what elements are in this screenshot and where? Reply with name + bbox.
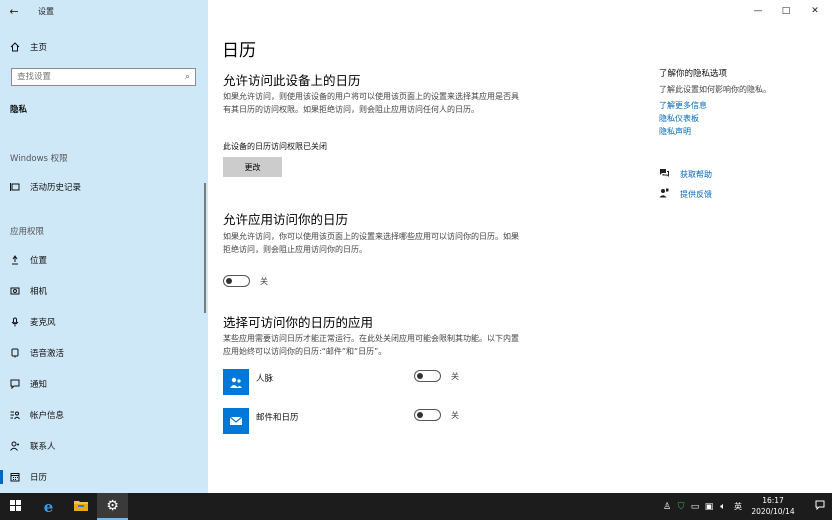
taskbar-file-explorer[interactable]	[65, 493, 96, 520]
sidebar-item-home[interactable]: 主页	[0, 37, 206, 57]
back-arrow-icon[interactable]: ←	[0, 0, 28, 22]
calendar-icon	[0, 472, 30, 482]
file-explorer-icon	[73, 499, 88, 514]
sidebar-item-account-info[interactable]: 帐户信息	[0, 405, 206, 425]
give-feedback-label: 提供反馈	[680, 190, 712, 199]
minimize-button[interactable]: —	[743, 0, 773, 22]
close-button[interactable]: ✕	[800, 0, 830, 22]
maximize-button[interactable]: □	[771, 0, 801, 22]
privacy-heading: 隐私	[10, 105, 28, 115]
network-icon[interactable]: ▣	[702, 502, 716, 512]
home-icon	[0, 42, 30, 52]
app-access-toggle-label: 关	[260, 277, 268, 286]
device-icon[interactable]: ▭	[688, 502, 702, 512]
windows-logo-icon	[10, 499, 21, 514]
mail-calendar-app-toggle-label: 关	[451, 411, 459, 420]
search-box[interactable]: ⌕	[11, 68, 196, 86]
section-device-access-description: 如果允许访问，则使用该设备的用户将可以使用该页面上的设置来选择其应用是否具有其日…	[223, 92, 519, 114]
people-app-icon	[223, 369, 249, 395]
search-icon[interactable]: ⌕	[185, 72, 190, 82]
sidebar-item-activity-history[interactable]: 活动历史记录	[0, 177, 206, 197]
section-app-access-description: 如果允许访问，你可以使用该页面上的设置来选择哪些应用可以访问你的日历。如果拒绝访…	[223, 232, 519, 254]
app-name-mail-calendar: 邮件和日历	[256, 413, 299, 423]
close-icon: ✕	[811, 6, 819, 16]
people-app-toggle-label: 关	[451, 372, 459, 381]
chat-help-icon	[659, 168, 680, 181]
sidebar-item-camera[interactable]: 相机	[0, 281, 206, 301]
location-icon	[0, 255, 30, 265]
settings-sidebar: ← 设置 主页 ⌕ 隐私 Windows 权限 活动历史记录 应用权限 位置 相…	[0, 0, 208, 493]
security-shield-icon[interactable]: ⛉	[674, 502, 688, 512]
people-tray-icon[interactable]: ♙	[660, 502, 674, 512]
start-button[interactable]	[0, 493, 31, 520]
sidebar-item-label: 帐户信息	[30, 411, 65, 421]
contacts-icon	[0, 441, 30, 451]
sidebar-item-label: 麦克风	[30, 318, 56, 328]
app-permissions-label: 应用权限	[10, 227, 45, 237]
sidebar-item-label: 通知	[30, 380, 48, 390]
clock-time: 16:17	[762, 496, 784, 505]
camera-icon	[0, 286, 30, 296]
privacy-options-description: 了解此设置如何影响你的隐私。	[659, 85, 771, 94]
action-center-button[interactable]	[808, 493, 832, 520]
mail-calendar-app-icon	[223, 408, 249, 434]
notification-icon	[0, 379, 30, 389]
get-help-label: 获取帮助	[680, 170, 712, 179]
privacy-options-title: 了解你的隐私选项	[659, 69, 728, 79]
clock-date: 2020/10/14	[751, 507, 795, 516]
sidebar-item-label: 联系人	[30, 442, 56, 452]
feedback-icon	[659, 188, 680, 201]
taskbar-settings[interactable]: ⚙	[97, 493, 128, 520]
clock[interactable]: 16:17 2020/10/14	[743, 495, 803, 517]
title-bar-left: ← 设置	[0, 0, 208, 22]
system-tray: ♙ ⛉ ▭ ▣ 🔈︎ 英	[660, 493, 746, 520]
edge-browser-icon: e	[43, 497, 54, 516]
sidebar-item-contacts[interactable]: 联系人	[0, 436, 206, 456]
taskbar-edge[interactable]: e	[33, 493, 64, 520]
app-name-people: 人脉	[256, 374, 274, 384]
mail-calendar-app-toggle[interactable]	[414, 409, 441, 421]
sidebar-item-microphone[interactable]: 麦克风	[0, 312, 206, 332]
sidebar-item-label: 位置	[30, 256, 48, 266]
main-content: — □ ✕ 日历 允许访问此设备上的日历 如果允许访问，则使用该设备的用户将可以…	[208, 0, 832, 493]
taskbar: e ⚙ ♙ ⛉ ▭ ▣ 🔈︎ 英 16:17 2020/10/14	[0, 493, 832, 520]
learn-more-link[interactable]: 了解更多信息	[659, 100, 707, 111]
give-feedback-link[interactable]: 提供反馈	[659, 188, 712, 201]
maximize-icon: □	[781, 6, 791, 16]
search-input[interactable]	[17, 72, 167, 82]
volume-icon[interactable]: 🔈︎	[716, 502, 730, 512]
home-label: 主页	[30, 43, 48, 53]
get-help-link[interactable]: 获取帮助	[659, 168, 712, 181]
sidebar-item-label: 日历	[30, 473, 48, 483]
microphone-icon	[0, 317, 30, 327]
people-app-toggle[interactable]	[414, 370, 441, 382]
device-access-status: 此设备的日历访问权限已关闭	[223, 142, 327, 151]
section-choose-apps-heading: 选择可访问你的日历的应用	[223, 315, 374, 330]
sidebar-scrollbar[interactable]	[204, 183, 206, 313]
privacy-dashboard-link[interactable]: 隐私仪表板	[659, 113, 699, 124]
privacy-statement-link[interactable]: 隐私声明	[659, 126, 691, 137]
section-choose-apps-description: 某些应用需要访问日历才能正常运行。在此处关闭应用可能会限制其功能。以下内置应用始…	[223, 334, 519, 356]
sidebar-item-location[interactable]: 位置	[0, 250, 206, 270]
sidebar-item-calendar[interactable]: 日历	[0, 467, 206, 487]
sidebar-item-label: 语音激活	[30, 349, 65, 359]
notification-center-icon	[815, 500, 825, 513]
change-button[interactable]: 更改	[223, 157, 282, 177]
activity-history-icon	[0, 182, 30, 192]
account-info-icon	[0, 410, 30, 420]
section-device-access-heading: 允许访问此设备上的日历	[223, 73, 361, 88]
settings-gear-icon: ⚙	[106, 497, 119, 514]
voice-activation-icon	[0, 348, 30, 358]
app-title: 设置	[38, 6, 54, 16]
sidebar-item-voice-activation[interactable]: 语音激活	[0, 343, 206, 363]
section-app-access-heading: 允许应用访问你的日历	[223, 212, 349, 227]
sidebar-item-notification[interactable]: 通知	[0, 374, 206, 394]
sidebar-item-label: 相机	[30, 287, 48, 297]
app-access-toggle[interactable]	[223, 275, 250, 287]
page-title: 日历	[222, 41, 256, 61]
sidebar-item-label: 活动历史记录	[30, 183, 82, 193]
minimize-icon: —	[753, 6, 763, 16]
windows-permissions-label: Windows 权限	[10, 154, 68, 164]
